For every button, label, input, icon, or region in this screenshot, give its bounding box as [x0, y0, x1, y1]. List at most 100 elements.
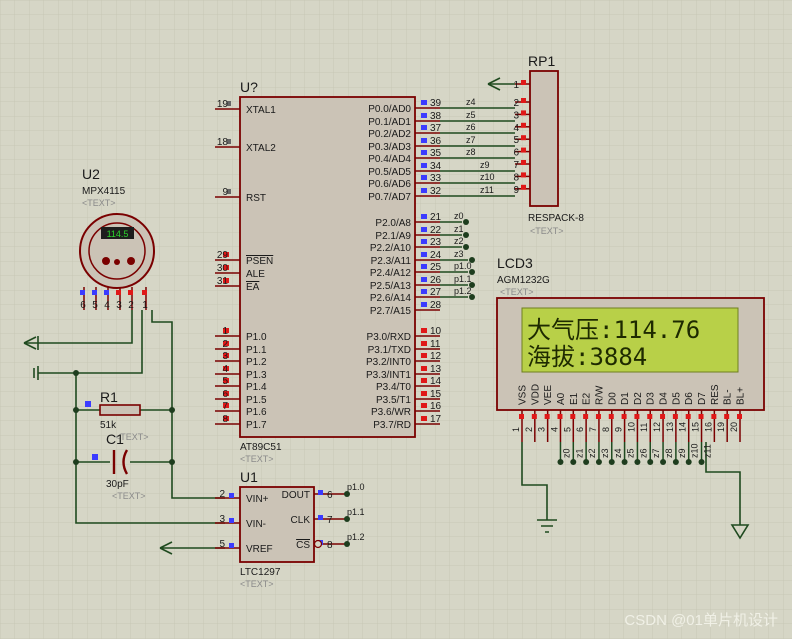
mcu-pin-name: P0.6/AD6: [368, 179, 411, 190]
mcu-pin-marker: [421, 150, 427, 155]
lcd-pin-marker: [519, 414, 524, 419]
mcu-pin-name: P2.4/A12: [370, 268, 412, 279]
mcu-pin-number: 13: [430, 364, 442, 375]
mcu-pin-number: 10: [430, 326, 442, 337]
mcu-pin-marker: [421, 277, 427, 282]
r1-pin-marker: [85, 401, 91, 407]
lcd-pin-label: D4: [659, 392, 670, 405]
sensor-pin-number: 4: [104, 300, 110, 311]
mcu-pin-number: 31: [217, 276, 229, 287]
junction-dot: [169, 407, 175, 413]
mcu-text-placeholder: <TEXT>: [240, 454, 274, 464]
mcu-pin-marker: [421, 353, 427, 358]
net-terminal-dot: [344, 541, 350, 547]
adc-pin-number: 5: [219, 539, 225, 550]
mcu-pin-name: P0.7/AD7: [368, 192, 411, 203]
rp1-pin-marker: [521, 122, 526, 128]
mcu-pin-number: 23: [430, 237, 442, 248]
junction-dot: [73, 407, 79, 413]
mcu-pin-marker: [421, 125, 427, 130]
mcu-pin-name: P2.0/A8: [375, 218, 411, 229]
lcd-pin-number: 13: [665, 422, 675, 432]
net-terminal-dot: [698, 459, 705, 465]
lcd-pin-number: 10: [626, 422, 636, 432]
net-label: z9: [480, 160, 490, 170]
sensor-text-placeholder: <TEXT>: [82, 198, 116, 208]
lcd-pin-label: VEE: [543, 385, 554, 405]
lcd-part: AGM1232G: [497, 275, 550, 286]
rp1-pin-marker: [521, 135, 526, 141]
mcu-pin-number: 35: [430, 148, 442, 159]
lcd-pin-label: A0: [556, 392, 567, 405]
mcu-pin-number: 14: [430, 376, 442, 387]
lcd-pin-label: D3: [646, 392, 657, 405]
mcu-pin-number: 6: [222, 389, 228, 400]
mcu-pin-number: 28: [430, 300, 442, 311]
mcu-part: AT89C51: [240, 442, 282, 453]
mcu-pin-name: P3.5/T1: [376, 395, 411, 406]
mcu-pin-name: P1.0: [246, 332, 267, 343]
net-terminal-dot: [672, 459, 679, 465]
adc-pin-marker: [318, 515, 323, 520]
mcu-pin-number: 4: [222, 364, 228, 375]
lcd-pin-label: BL+: [736, 387, 747, 405]
mcu-pin-name: P0.0/AD0: [368, 104, 411, 115]
adc-pin-name: VIN+: [246, 494, 269, 505]
adc-pin-number: 7: [327, 515, 333, 526]
adc-net-label: p1.2: [347, 532, 365, 542]
net-label: z4: [466, 97, 476, 107]
lcd-pin-marker: [621, 414, 627, 419]
mcu-pin-name: P1.6: [246, 407, 267, 418]
mcu-pin-name: P0.1/AD1: [368, 117, 411, 128]
mcu-pin-name: ALE: [246, 269, 265, 280]
mcu-pin-number: 12: [430, 351, 442, 362]
sensor-pin-marker: [128, 290, 133, 295]
lcd-pin-number: 6: [575, 427, 585, 432]
c1-pin-marker: [92, 454, 98, 460]
mcu-pin-name: P2.7/A15: [370, 306, 412, 317]
r1-ref: R1: [100, 389, 118, 405]
lcd-pin-number: 8: [601, 427, 611, 432]
lcd-pin-marker: [531, 414, 537, 419]
mcu-pin-marker: [421, 100, 427, 105]
mcu-pin-marker: [421, 175, 427, 180]
lcd-pin-label: D6: [684, 392, 695, 405]
lcd-pin-number: 12: [652, 422, 662, 432]
c1-ref: C1: [106, 431, 124, 447]
rp1-pin-number: 2: [513, 98, 519, 109]
lcd-pin-number: 14: [678, 422, 688, 432]
lcd-net-label: z3: [600, 448, 610, 458]
lcd-net-label: z7: [651, 448, 661, 458]
mcu-pin-number: 5: [222, 376, 228, 387]
mcu-pin-name: P1.3: [246, 370, 267, 381]
mcu-pin-number: 2: [222, 339, 228, 350]
lcd-net-label: z4: [613, 448, 623, 458]
lcd-pin-marker: [595, 414, 601, 419]
lcd-pin-marker: [724, 414, 730, 419]
adc-net-label: p1.1: [347, 507, 365, 517]
mcu-pin-marker: [421, 252, 427, 257]
lcd-pin-marker: [634, 414, 640, 419]
mcu-pin-name: RST: [246, 193, 266, 204]
net-terminal-dot: [344, 491, 350, 497]
mcu-pin-number: 21: [430, 212, 442, 223]
mcu-pin-number: 27: [430, 287, 442, 298]
net-terminal-dot: [463, 244, 469, 250]
mcu-pin-name: P1.4: [246, 382, 267, 393]
mcu-pin-number: 39: [430, 98, 442, 109]
net-label: p1.1: [454, 274, 472, 284]
net-label: z2: [454, 236, 464, 246]
lcd-pin-marker: [647, 414, 653, 419]
mcu-pin-marker: [421, 391, 427, 396]
lcd-pin-marker: [608, 414, 614, 419]
rp1-pin-marker: [521, 80, 526, 85]
r1-body: [99, 404, 141, 416]
sensor-display-value: 114.5: [107, 229, 129, 239]
lcd-pin-marker: [570, 414, 576, 419]
adc-pin-marker: [318, 490, 323, 495]
mcu-pin-name: P2.3/A11: [371, 256, 412, 267]
mcu-pin-marker: [421, 341, 427, 346]
junction-dot: [169, 459, 175, 465]
mcu-pin-name: XTAL1: [246, 105, 276, 116]
mcu-pin-number: 18: [217, 137, 229, 148]
